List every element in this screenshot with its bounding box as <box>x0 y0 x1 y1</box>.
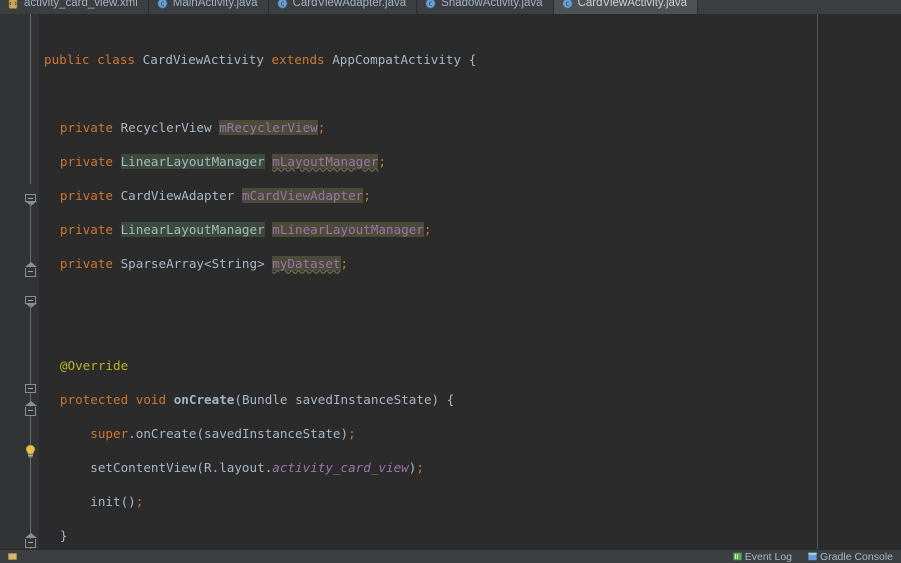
code-line[interactable]: super.onCreate(savedInstanceState); <box>18 425 901 442</box>
status-bar-project-item[interactable] <box>0 552 28 561</box>
java-class-icon: C <box>562 0 572 8</box>
code-line[interactable]: } <box>18 527 901 544</box>
svg-text:C: C <box>280 1 284 8</box>
code-line[interactable]: @Override <box>18 357 901 374</box>
editor-tab-shadow-activity-java[interactable]: C ShadowActivity.java <box>417 0 554 14</box>
code-editor[interactable]: public class CardViewActivity extends Ap… <box>0 14 901 549</box>
code-line[interactable]: private RecyclerView mRecyclerView; <box>18 119 901 136</box>
source-code-text[interactable]: public class CardViewActivity extends Ap… <box>18 14 901 549</box>
status-bar[interactable]: Event Log Gradle Console <box>0 549 901 563</box>
status-bar-gradle-console[interactable]: Gradle Console <box>800 551 901 563</box>
svg-text:C: C <box>565 1 569 8</box>
java-class-icon: C <box>277 0 287 8</box>
code-line[interactable]: private SparseArray<String> myDataset; <box>18 255 901 272</box>
code-line[interactable]: protected void onCreate(Bundle savedInst… <box>18 391 901 408</box>
code-line[interactable]: private LinearLayoutManager mLayoutManag… <box>18 153 901 170</box>
svg-text:C: C <box>429 1 433 8</box>
editor-tab-label: MainActivity.java <box>172 0 258 9</box>
editor-tab-card-view-activity-java[interactable]: C CardViewActivity.java <box>553 0 699 14</box>
editor-tab-bar[interactable]: activity_card_view.xml C MainActivity.ja… <box>0 0 901 14</box>
java-class-icon: C <box>157 0 168 8</box>
status-bar-event-log-label: Event Log <box>744 550 793 563</box>
editor-tab-label: CardViewActivity.java <box>577 0 688 9</box>
status-bar-gradle-console-label: Gradle Console <box>820 550 893 563</box>
code-line[interactable]: init(); <box>18 493 901 510</box>
code-line[interactable] <box>18 323 901 340</box>
java-class-icon: C <box>425 0 436 8</box>
editor-tab-main-activity-java[interactable]: C MainActivity.java <box>148 0 269 14</box>
code-line[interactable]: private CardViewAdapter mCardViewAdapter… <box>18 187 901 204</box>
code-line[interactable]: private LinearLayoutManager mLinearLayou… <box>18 221 901 238</box>
editor-tab-label: ShadowActivity.java <box>441 0 543 9</box>
project-folder-icon <box>8 553 17 560</box>
editor-tab-label: activity_card_view.xml <box>24 0 138 9</box>
code-line[interactable]: public class CardViewActivity extends Ap… <box>18 51 901 68</box>
editor-tab-label: CardViewAdapter.java <box>292 0 407 9</box>
svg-text:C: C <box>160 1 164 8</box>
gradle-console-icon <box>808 552 817 561</box>
editor-tab-activity-card-view-xml[interactable]: activity_card_view.xml <box>0 0 149 14</box>
code-line[interactable] <box>18 85 901 102</box>
editor-tab-card-view-adapter-java[interactable]: C CardViewAdapter.java <box>268 0 418 14</box>
xml-file-icon <box>8 0 18 9</box>
event-log-icon <box>732 552 742 561</box>
code-line[interactable] <box>18 289 901 306</box>
code-line[interactable]: setContentView(R.layout.activity_card_vi… <box>18 459 901 476</box>
status-bar-event-log[interactable]: Event Log <box>725 551 800 563</box>
